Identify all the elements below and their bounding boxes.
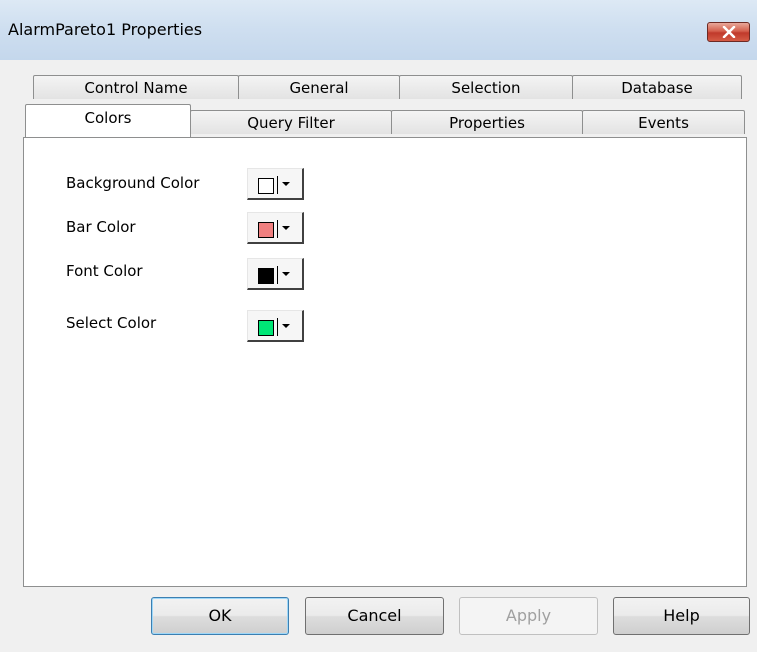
tab-events[interactable]: Events xyxy=(582,110,745,134)
font-color-swatch xyxy=(258,268,274,284)
tab-query-filter[interactable]: Query Filter xyxy=(190,110,392,134)
bar-color-picker[interactable] xyxy=(247,212,304,244)
dropdown-arrow-icon xyxy=(282,324,290,328)
tab-database[interactable]: Database xyxy=(572,75,742,99)
dropdown-arrow-icon xyxy=(282,272,290,276)
tab-general[interactable]: General xyxy=(238,75,400,99)
cancel-button[interactable]: Cancel xyxy=(305,597,444,635)
ok-button[interactable]: OK xyxy=(151,597,289,635)
window-title: AlarmPareto1 Properties xyxy=(8,20,203,39)
select-color-label: Select Color xyxy=(66,314,157,332)
dropdown-arrow-icon xyxy=(282,182,290,186)
tab-properties[interactable]: Properties xyxy=(391,110,583,134)
dropdown-arrow-icon xyxy=(282,226,290,230)
tab-colors[interactable]: Colors xyxy=(25,104,191,137)
close-button[interactable] xyxy=(707,22,750,42)
background-color-picker[interactable] xyxy=(247,168,304,200)
tab-selection[interactable]: Selection xyxy=(399,75,573,99)
close-icon xyxy=(722,26,736,38)
font-color-label: Font Color xyxy=(66,262,143,280)
bar-color-label: Bar Color xyxy=(66,218,136,236)
title-bar[interactable]: AlarmPareto1 Properties xyxy=(0,0,757,61)
apply-button[interactable]: Apply xyxy=(459,597,598,635)
properties-dialog: AlarmPareto1 Properties Control Name Gen… xyxy=(0,0,757,652)
background-color-label: Background Color xyxy=(66,174,200,192)
tab-control-name[interactable]: Control Name xyxy=(33,75,239,99)
font-color-picker[interactable] xyxy=(247,258,304,290)
select-color-swatch xyxy=(258,320,274,336)
bar-color-swatch xyxy=(258,222,274,238)
background-color-swatch xyxy=(258,178,274,194)
select-color-picker[interactable] xyxy=(247,310,304,342)
colors-panel: Background Color Bar Color Font Color Se… xyxy=(23,137,747,587)
help-button[interactable]: Help xyxy=(613,597,750,635)
